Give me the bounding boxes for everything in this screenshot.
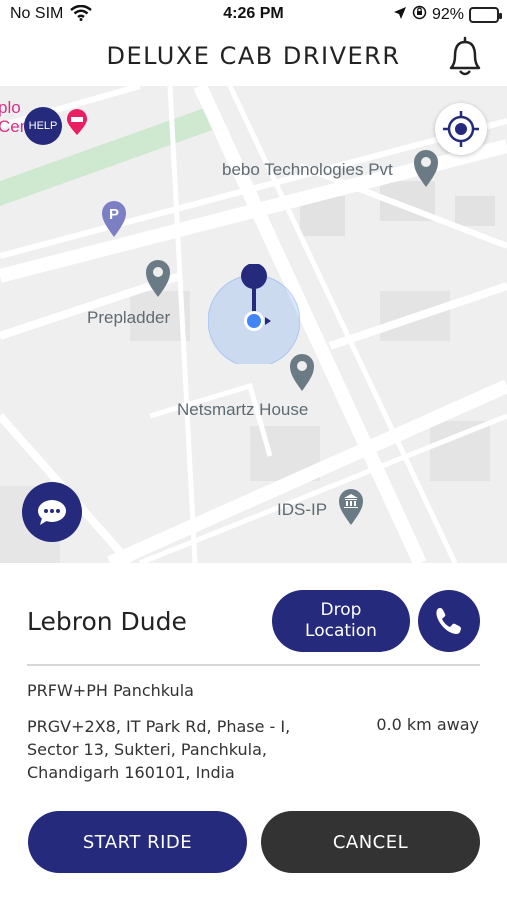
bell-icon[interactable] — [443, 34, 487, 80]
pickup-code: PRFW+PH Panchkula — [27, 681, 194, 700]
drop-location-button[interactable]: Drop Location — [272, 590, 410, 652]
map-pin-icon — [144, 258, 172, 303]
orientation-lock-icon — [412, 5, 427, 25]
recenter-button[interactable] — [435, 103, 487, 155]
map-view[interactable]: plo Cen HELP bebo Technologies Pvt P Pre… — [0, 86, 507, 563]
start-ride-button[interactable]: START RIDE — [28, 811, 247, 873]
poi-label-prepladder: Prepladder — [87, 308, 171, 327]
app-title: DELUXE CAB DRIVERR — [106, 42, 401, 70]
current-location-marker — [208, 264, 300, 364]
chat-bubble-icon — [38, 500, 66, 525]
location-arrow-icon — [393, 6, 407, 25]
svg-text:P: P — [109, 206, 119, 223]
map-pin-icon — [288, 352, 316, 397]
ride-details-panel: Lebron Dude Drop Location PRFW+PH Panchk… — [0, 563, 507, 900]
map-pin-icon — [412, 148, 440, 193]
status-bar: No SIM 4:26 PM 92% — [0, 0, 507, 30]
battery-percent: 92% — [431, 6, 464, 23]
target-icon — [443, 111, 479, 147]
distance-label: 0.0 km away — [376, 715, 479, 734]
cancel-button[interactable]: CANCEL — [261, 811, 480, 873]
app-header: DELUXE CAB DRIVERR — [0, 30, 507, 86]
battery-charging-icon — [469, 7, 502, 23]
parking-icon: P — [99, 198, 129, 243]
phone-icon — [436, 608, 461, 634]
chat-button[interactable] — [22, 482, 82, 542]
hotel-icon — [63, 108, 91, 141]
help-button[interactable]: HELP — [24, 107, 62, 145]
institution-icon — [336, 486, 366, 531]
divider — [27, 664, 480, 666]
poi-label-ids-ip: IDS-IP — [277, 500, 328, 519]
poi-label-netsmartz: Netsmartz House — [177, 400, 309, 419]
pickup-address: PRGV+2X8, IT Park Rd, Phase - I, Sector … — [27, 717, 291, 782]
rider-name: Lebron Dude — [27, 607, 187, 636]
poi-label-bebo: bebo Technologies Pvt — [222, 160, 393, 179]
call-button[interactable] — [418, 590, 480, 652]
